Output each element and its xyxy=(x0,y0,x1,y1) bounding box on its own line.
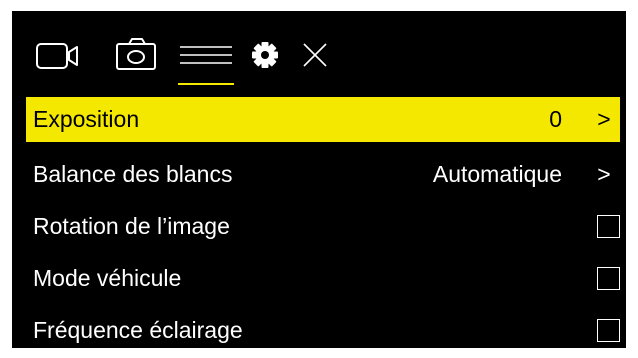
settings-screen: Exposition 0 > Balance des blancs Automa… xyxy=(12,11,626,348)
photo-camera-icon xyxy=(116,38,156,70)
menu-icon xyxy=(180,46,232,64)
tab-video[interactable] xyxy=(36,35,84,75)
tab-close[interactable] xyxy=(296,35,336,75)
menu-item-value: 0 xyxy=(549,106,562,132)
menu-item-lighting-frequency[interactable]: Fréquence éclairage xyxy=(26,304,620,356)
tab-photo[interactable] xyxy=(116,35,160,75)
menu-item-label: Exposition xyxy=(33,106,140,132)
tab-bar xyxy=(12,11,626,97)
image-rotation-checkbox[interactable] xyxy=(597,215,620,238)
menu-item-label: Fréquence éclairage xyxy=(33,317,243,343)
menu-item-label: Mode véhicule xyxy=(33,265,182,291)
menu-item-white-balance[interactable]: Balance des blancs Automatique > xyxy=(26,148,620,200)
active-tab-indicator xyxy=(178,83,234,85)
menu-item-label: Rotation de l’image xyxy=(33,213,230,239)
video-camera-icon xyxy=(36,43,78,69)
menu-item-exposition[interactable]: Exposition 0 > xyxy=(26,97,620,142)
settings-menu: Exposition 0 > Balance des blancs Automa… xyxy=(26,97,620,356)
vehicle-mode-checkbox[interactable] xyxy=(597,267,620,290)
menu-item-vehicle-mode[interactable]: Mode véhicule xyxy=(26,252,620,304)
chevron-right-icon: > xyxy=(597,106,611,132)
chevron-right-icon: > xyxy=(597,161,611,187)
tab-menu[interactable] xyxy=(178,35,234,75)
menu-item-value: Automatique xyxy=(432,161,562,187)
menu-item-image-rotation[interactable]: Rotation de l’image xyxy=(26,200,620,252)
close-icon xyxy=(303,43,327,67)
lighting-frequency-checkbox[interactable] xyxy=(597,319,620,342)
gear-icon xyxy=(252,42,278,68)
menu-item-label: Balance des blancs xyxy=(33,161,233,187)
tab-settings[interactable] xyxy=(248,35,284,75)
